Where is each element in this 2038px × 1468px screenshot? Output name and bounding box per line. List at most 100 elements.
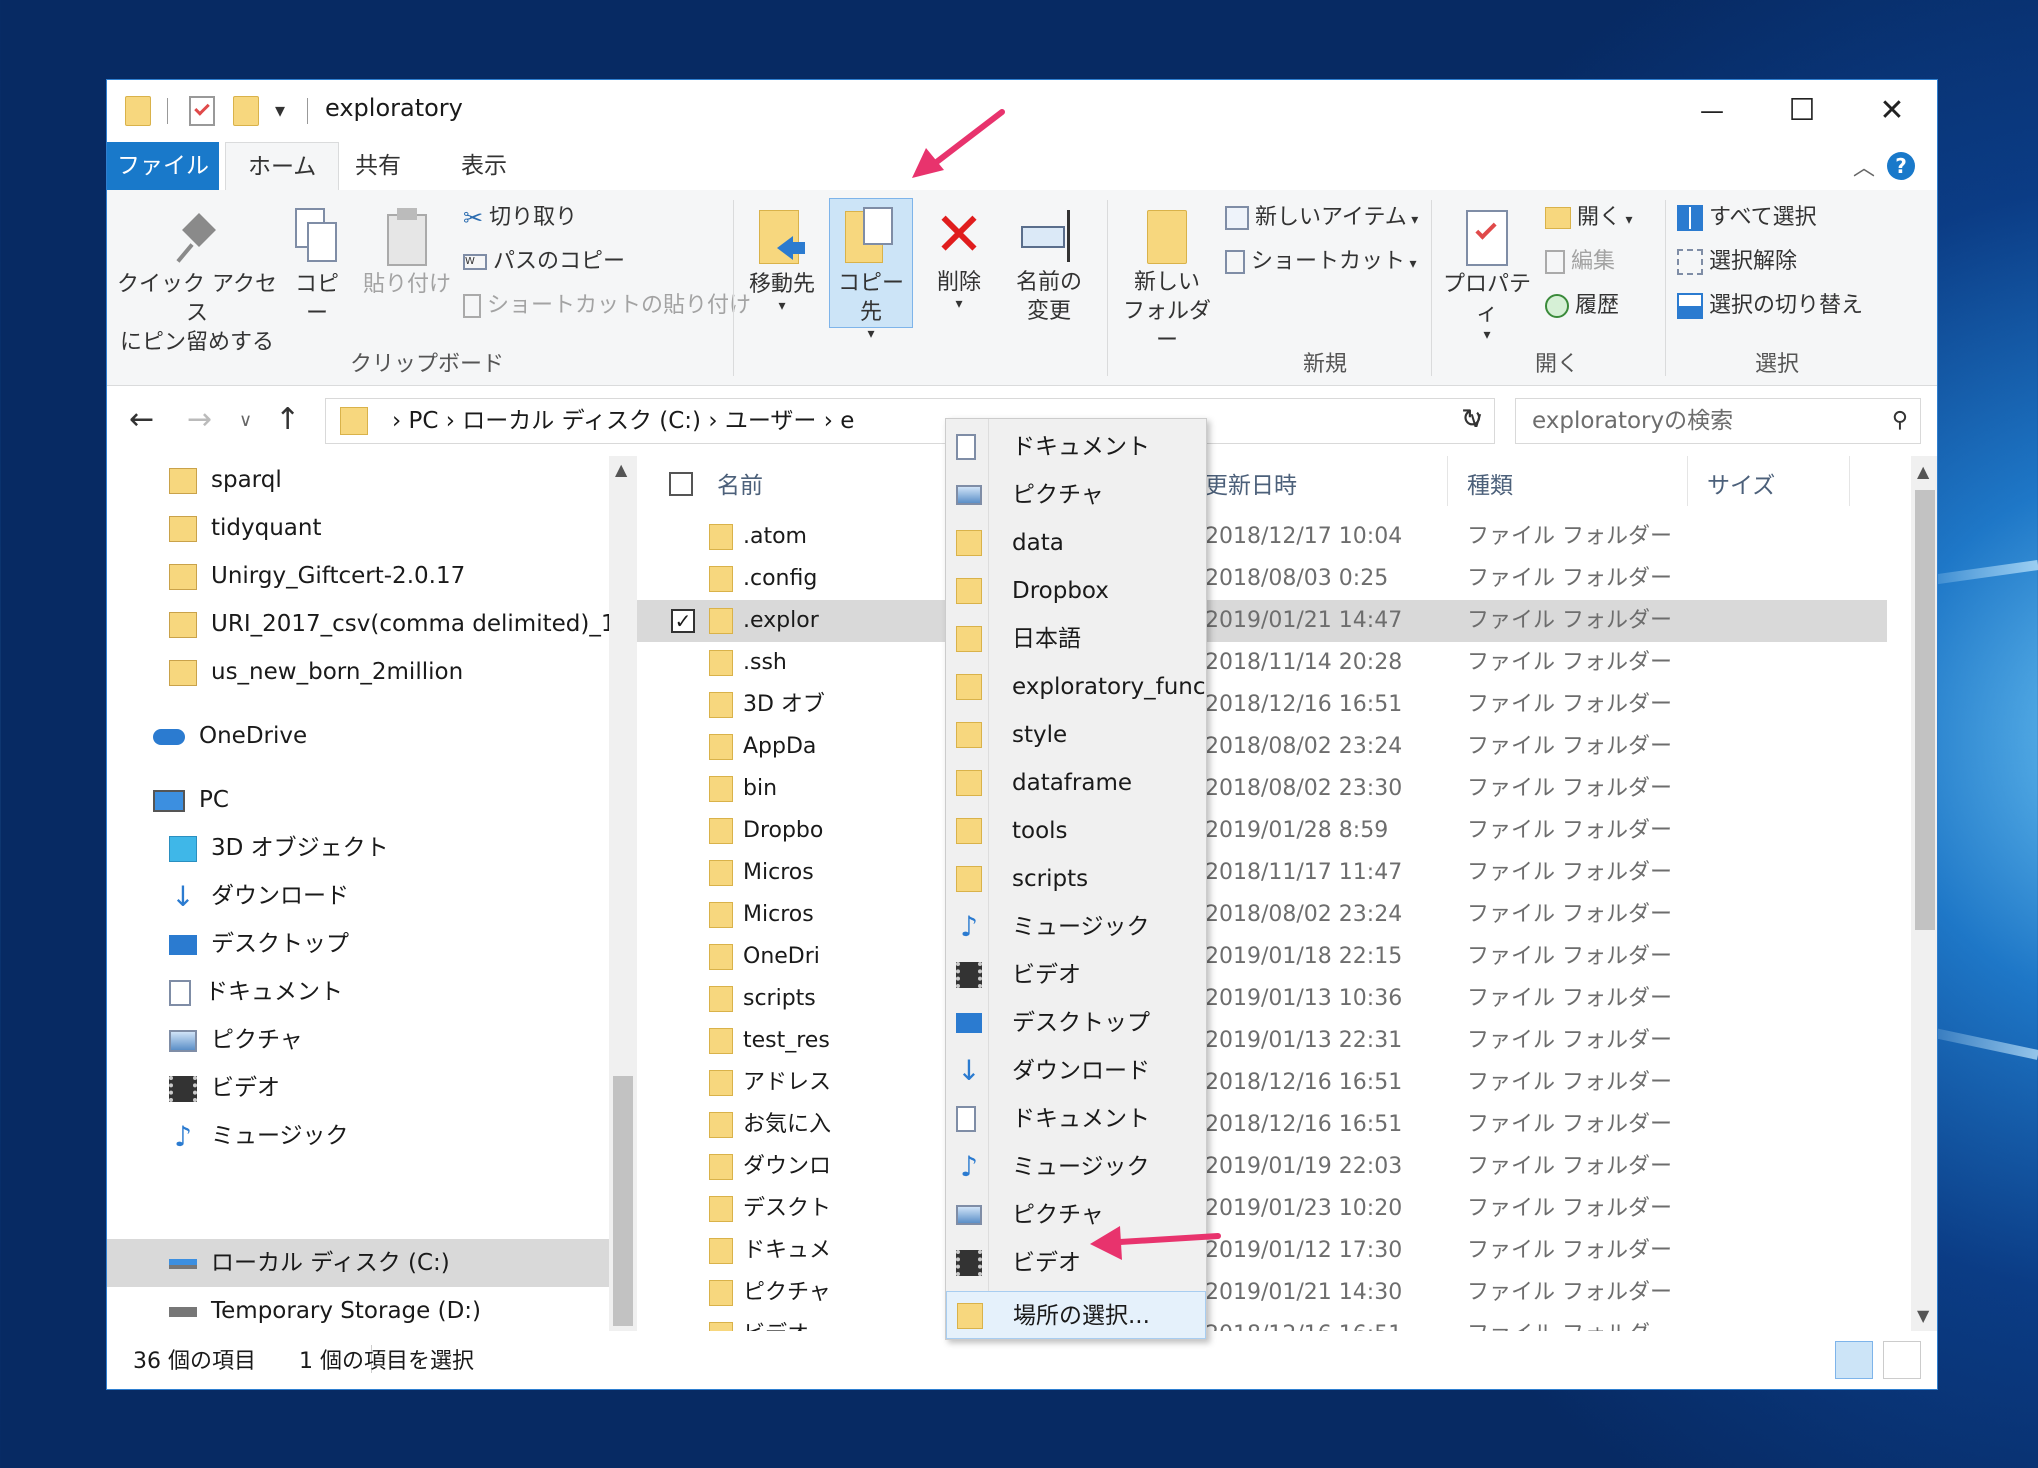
table-row[interactable]: .atom 2018/12/17 10:04 ファイル フォルダー	[637, 516, 1887, 558]
scroll-thumb[interactable]	[1915, 490, 1935, 930]
table-row[interactable]: OneDri 2019/01/18 22:15 ファイル フォルダー	[637, 936, 1887, 978]
nav-item[interactable]: Unirgy_Giftcert-2.0.17	[169, 552, 465, 600]
table-row[interactable]: Micros 2018/08/02 23:24 ファイル フォルダー	[637, 894, 1887, 936]
copy-path-button[interactable]: W パスのコピー	[463, 244, 625, 280]
scroll-thumb[interactable]	[613, 1076, 633, 1326]
select-all-button[interactable]: すべて選択	[1677, 200, 1817, 236]
select-all-checkbox[interactable]	[669, 472, 693, 496]
delete-button[interactable]: ✕ 削除 ▾	[923, 198, 995, 311]
recent-locations-icon[interactable]: ∨	[239, 410, 252, 431]
back-arrow-icon[interactable]: ←	[129, 402, 154, 437]
invert-selection-button[interactable]: 選択の切り替え	[1677, 288, 1863, 324]
menu-item[interactable]: デスクトップ	[946, 999, 1206, 1047]
column-header-size[interactable]: サイズ	[1707, 466, 1775, 500]
title-bar[interactable]: ▾ exploratory — ☐ ✕	[107, 80, 1937, 142]
paste-button[interactable]: 貼り付け	[359, 198, 455, 299]
new-item-button[interactable]: 新しいアイテム ▾	[1225, 200, 1418, 236]
edit-button[interactable]: 編集	[1545, 244, 1615, 280]
table-row[interactable]: Dropbo 2019/01/28 8:59 ファイル フォルダー	[637, 810, 1887, 852]
copy-button[interactable]: コピー	[285, 198, 349, 328]
menu-item[interactable]: style	[946, 711, 1206, 759]
menu-item[interactable]: data	[946, 519, 1206, 567]
nav-item[interactable]: tidyquant	[169, 504, 322, 552]
table-row[interactable]: .ssh 2018/11/14 20:28 ファイル フォルダー	[637, 642, 1887, 684]
menu-item[interactable]: ビデオ	[946, 1239, 1206, 1287]
nav-item[interactable]: us_new_born_2million	[169, 648, 463, 696]
table-row[interactable]: ダウンロ 2019/01/19 22:03 ファイル フォルダー	[637, 1146, 1887, 1188]
nav-item-local-disk[interactable]: ローカル ディスク (C:)	[169, 1239, 450, 1287]
nav-item[interactable]: ♪ ミュージック	[169, 1112, 348, 1160]
choose-location-item[interactable]: 場所の選択...	[946, 1291, 1206, 1339]
new-folder-quick-icon[interactable]	[233, 96, 259, 126]
large-icons-view-icon[interactable]	[1883, 1341, 1921, 1379]
menu-item[interactable]: exploratory_func	[946, 663, 1206, 711]
cut-button[interactable]: ✂ 切り取り	[463, 200, 577, 236]
table-row[interactable]: 3D オブ 2018/12/16 16:51 ファイル フォルダー	[637, 684, 1887, 726]
nav-item-pc[interactable]: PC	[153, 776, 229, 824]
menu-item[interactable]: ピクチャ	[946, 471, 1206, 519]
nav-item[interactable]: デスクトップ	[169, 920, 349, 968]
move-to-button[interactable]: 移動先 ▾	[743, 198, 821, 313]
scroll-down-icon[interactable]: ▼	[1917, 1306, 1929, 1325]
table-row[interactable]: お気に入 2018/12/16 16:51 ファイル フォルダー	[637, 1104, 1887, 1146]
menu-item[interactable]: ピクチャ	[946, 1191, 1206, 1239]
forward-arrow-icon[interactable]: →	[187, 402, 212, 437]
scroll-up-icon[interactable]: ▲	[1917, 462, 1929, 481]
search-box[interactable]: exploratoryの検索 ⚲	[1515, 398, 1921, 444]
tab-view[interactable]: 表示	[439, 142, 529, 190]
menu-item[interactable]: dataframe	[946, 759, 1206, 807]
nav-item[interactable]: ↓ ダウンロード	[169, 872, 349, 920]
nav-item-onedrive[interactable]: OneDrive	[153, 712, 307, 760]
menu-item[interactable]: ドキュメント	[946, 423, 1206, 471]
menu-item[interactable]: ♪ ミュージック	[946, 1143, 1206, 1191]
menu-item[interactable]: ↓ ダウンロード	[946, 1047, 1206, 1095]
nav-item[interactable]: sparql	[169, 456, 282, 504]
column-header-date[interactable]: 更新日時	[1205, 466, 1297, 500]
properties-quick-icon[interactable]	[189, 96, 215, 126]
table-row[interactable]: ピクチャ 2019/01/21 14:30 ファイル フォルダー	[637, 1272, 1887, 1314]
nav-item-temporary-storage[interactable]: Temporary Storage (D:)	[169, 1287, 481, 1335]
table-row[interactable]: bin 2018/08/02 23:30 ファイル フォルダー	[637, 768, 1887, 810]
shortcut-button[interactable]: ショートカット ▾	[1225, 244, 1417, 280]
minimize-button[interactable]: —	[1667, 80, 1757, 142]
nav-item[interactable]: ドキュメント	[169, 968, 343, 1016]
scroll-up-icon[interactable]: ▲	[615, 460, 627, 479]
select-none-button[interactable]: 選択解除	[1677, 244, 1797, 280]
new-folder-button[interactable]: 新しい フォルダー	[1115, 198, 1219, 355]
refresh-icon[interactable]: ↻	[1461, 404, 1483, 434]
nav-item[interactable]: ピクチャ	[169, 1016, 303, 1064]
table-row[interactable]: デスクト 2019/01/23 10:20 ファイル フォルダー	[637, 1188, 1887, 1230]
tab-file[interactable]: ファイル	[107, 142, 219, 190]
up-arrow-icon[interactable]: ↑	[275, 402, 300, 437]
menu-item[interactable]: tools	[946, 807, 1206, 855]
row-checkbox[interactable]: ✓	[671, 609, 695, 633]
table-row[interactable]: Micros 2018/11/17 11:47 ファイル フォルダー	[637, 852, 1887, 894]
collapse-ribbon-icon[interactable]: ︿	[1853, 150, 1875, 182]
table-row[interactable]: アドレス 2018/12/16 16:51 ファイル フォルダー	[637, 1062, 1887, 1104]
close-button[interactable]: ✕	[1847, 80, 1937, 142]
table-row[interactable]: test_res 2019/01/13 22:31 ファイル フォルダー	[637, 1020, 1887, 1062]
tab-share[interactable]: 共有	[333, 142, 423, 190]
properties-button[interactable]: プロパティ ▾	[1439, 198, 1535, 342]
customize-toolbar-icon[interactable]: ▾	[275, 98, 285, 122]
table-row[interactable]: ✓ .explor 2019/01/21 14:47 ファイル フォルダー	[637, 600, 1887, 642]
column-header-name[interactable]: 名前	[717, 466, 763, 500]
pin-quick-access-button[interactable]: クイック アクセス にピン留めする	[117, 198, 277, 357]
menu-item[interactable]: 日本語	[946, 615, 1206, 663]
table-row[interactable]: AppDa 2018/08/02 23:24 ファイル フォルダー	[637, 726, 1887, 768]
table-row[interactable]: ドキュメ 2019/01/12 17:30 ファイル フォルダー	[637, 1230, 1887, 1272]
paste-shortcut-button[interactable]: ショートカットの貼り付け	[463, 288, 751, 324]
nav-item[interactable]: ビデオ	[169, 1064, 280, 1112]
nav-scrollbar[interactable]: ▲	[609, 456, 637, 1331]
history-button[interactable]: 履歴	[1545, 288, 1619, 324]
list-scrollbar[interactable]: ▲ ▼	[1911, 456, 1937, 1331]
menu-item[interactable]: scripts	[946, 855, 1206, 903]
table-row[interactable]: scripts 2019/01/13 10:36 ファイル フォルダー	[637, 978, 1887, 1020]
help-icon[interactable]: ?	[1887, 152, 1915, 180]
maximize-button[interactable]: ☐	[1757, 80, 1847, 142]
table-row[interactable]: .config 2018/08/03 0:25 ファイル フォルダー	[637, 558, 1887, 600]
rename-button[interactable]: 名前の 変更	[1007, 198, 1091, 326]
copy-to-button[interactable]: コピー先 ▾	[829, 198, 913, 341]
nav-item[interactable]: URI_2017_csv(comma delimited)_1000	[169, 600, 609, 648]
details-view-icon[interactable]	[1835, 1341, 1873, 1379]
